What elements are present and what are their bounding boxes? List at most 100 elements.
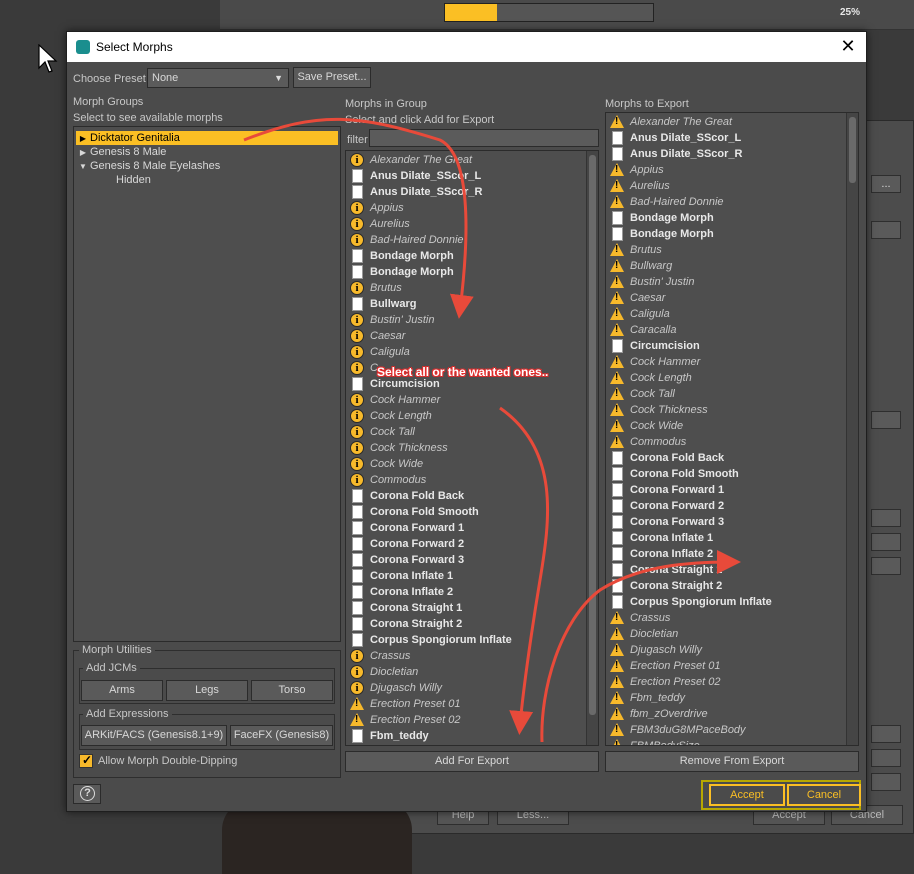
list-item[interactable]: Corona Fold Back <box>350 488 580 504</box>
bg-dropdown-7[interactable] <box>871 749 901 767</box>
remove-from-export-button[interactable]: Remove From Export <box>605 751 859 772</box>
bg-dropdown-8[interactable] <box>871 773 901 791</box>
morphs-in-group-scrollbar[interactable] <box>586 151 598 745</box>
morphs-to-export-list[interactable]: Alexander The Great Anus Dilate_SScor_L An… <box>605 112 859 746</box>
close-icon[interactable]: ✕ <box>838 36 858 56</box>
scroll-thumb[interactable] <box>849 117 856 183</box>
list-item[interactable]: Corona Straight 2 <box>610 578 840 594</box>
list-item[interactable]: Caracalla <box>610 322 840 338</box>
bg-dropdown-1[interactable] <box>871 221 901 239</box>
cancel-button[interactable]: Cancel <box>787 784 861 806</box>
group-item[interactable]: ▶ Dicktator Genitalia <box>76 131 338 145</box>
list-item[interactable]: Corona Forward 3 <box>610 514 840 530</box>
list-item[interactable]: Appius <box>350 200 580 216</box>
list-item[interactable]: Cock Wide <box>610 418 840 434</box>
list-item[interactable]: Fbm_teddy <box>610 690 840 706</box>
list-item[interactable]: Crassus <box>610 610 840 626</box>
bg-dropdown-5[interactable] <box>871 557 901 575</box>
list-item[interactable]: Brutus <box>350 280 580 296</box>
list-item[interactable]: Corona Fold Back <box>610 450 840 466</box>
list-item[interactable]: Cock Length <box>610 370 840 386</box>
list-item[interactable]: Corona Forward 1 <box>350 520 580 536</box>
list-item[interactable]: Corona Fold Smooth <box>610 466 840 482</box>
list-item[interactable]: Cock Length <box>350 408 580 424</box>
list-item[interactable]: Anus Dilate_SScor_L <box>610 130 840 146</box>
list-item[interactable]: Corona Forward 1 <box>610 482 840 498</box>
scroll-thumb[interactable] <box>589 155 596 715</box>
list-item[interactable]: Bustin' Justin <box>610 274 840 290</box>
list-item[interactable]: Bondage Morph <box>610 210 840 226</box>
arkit-facs-button[interactable]: ARKit/FACS (Genesis8.1+9) <box>81 725 227 746</box>
bg-dropdown-4[interactable] <box>871 533 901 551</box>
list-item[interactable]: Cock Hammer <box>610 354 840 370</box>
list-item[interactable]: Bullwarg <box>350 296 580 312</box>
list-item[interactable]: Cock Hammer <box>350 392 580 408</box>
list-item[interactable]: Alexander The Great <box>350 152 580 168</box>
list-item[interactable]: Bondage Morph <box>350 248 580 264</box>
help-button[interactable]: ? <box>73 784 101 804</box>
group-item[interactable]: Hidden <box>76 173 151 187</box>
list-item[interactable]: FBMBodySize <box>610 738 840 745</box>
list-item[interactable]: Commodus <box>610 434 840 450</box>
list-item[interactable]: Commodus <box>350 472 580 488</box>
double-dipping-checkbox[interactable] <box>79 753 93 768</box>
morphs-to-export-scrollbar[interactable] <box>846 113 858 745</box>
list-item[interactable]: Caesar <box>350 328 580 344</box>
list-item[interactable]: Anus Dilate_SScor_R <box>350 184 580 200</box>
list-item[interactable]: Corona Inflate 2 <box>610 546 840 562</box>
list-item[interactable]: Cock Tall <box>610 386 840 402</box>
list-item[interactable]: Anus Dilate_SScor_L <box>350 168 580 184</box>
list-item[interactable]: Aurelius <box>610 178 840 194</box>
bg-dropdown-6[interactable] <box>871 725 901 743</box>
list-item[interactable]: Corona Inflate 2 <box>350 584 580 600</box>
list-item[interactable]: Corona Straight 1 <box>350 600 580 616</box>
list-item[interactable]: Brutus <box>610 242 840 258</box>
list-item[interactable]: Bondage Morph <box>350 264 580 280</box>
list-item[interactable]: Bad-Haired Donnie <box>350 232 580 248</box>
legs-button[interactable]: Legs <box>166 680 248 701</box>
add-for-export-button[interactable]: Add For Export <box>345 751 599 772</box>
list-item[interactable]: Erection Preset 02 <box>610 674 840 690</box>
list-item[interactable]: Cock Tall <box>350 424 580 440</box>
list-item[interactable]: Corpus Spongiorum Inflate <box>610 594 840 610</box>
list-item[interactable]: Corona Inflate 1 <box>350 568 580 584</box>
list-item[interactable]: Erection Preset 01 <box>350 696 580 712</box>
list-item[interactable]: Cock Thickness <box>610 402 840 418</box>
list-item[interactable]: Corona Straight 1 <box>610 562 840 578</box>
list-item[interactable]: Erection Preset 01 <box>610 658 840 674</box>
list-item[interactable]: Corona Fold Smooth <box>350 504 580 520</box>
morphs-in-group-list[interactable]: Alexander The Great Anus Dilate_SScor_L An… <box>345 150 599 746</box>
list-item[interactable]: Cock Wide <box>350 456 580 472</box>
list-item[interactable]: Bustin' Justin <box>350 312 580 328</box>
list-item[interactable]: Erection Preset 02 <box>350 712 580 728</box>
list-item[interactable]: Corona Forward 2 <box>350 536 580 552</box>
list-item[interactable]: Cock Thickness <box>350 440 580 456</box>
list-item[interactable]: Bondage Morph <box>610 226 840 242</box>
accept-button[interactable]: Accept <box>709 784 785 806</box>
preset-select[interactable]: None ▼ <box>147 68 289 88</box>
facefx-button[interactable]: FaceFX (Genesis8) <box>230 725 333 746</box>
list-item[interactable]: Alexander The Great <box>610 114 840 130</box>
list-item[interactable]: Crassus <box>350 648 580 664</box>
bg-ellipsis-button[interactable]: ... <box>871 175 901 193</box>
group-item[interactable]: ▼ Genesis 8 Male Eyelashes <box>76 159 220 173</box>
list-item[interactable]: Corpus Spongiorum Inflate <box>350 632 580 648</box>
list-item[interactable]: FBM3duG8MPaceBody <box>610 722 840 738</box>
save-preset-button[interactable]: Save Preset... <box>293 67 371 88</box>
list-item[interactable]: Djugasch Willy <box>350 680 580 696</box>
arms-button[interactable]: Arms <box>81 680 163 701</box>
list-item[interactable]: Bad-Haired Donnie <box>610 194 840 210</box>
list-item[interactable]: Caligula <box>610 306 840 322</box>
list-item[interactable]: Corona Straight 2 <box>350 616 580 632</box>
list-item[interactable]: Corona Forward 3 <box>350 552 580 568</box>
group-item[interactable]: ▶ Genesis 8 Male <box>76 145 167 159</box>
list-item[interactable]: Aurelius <box>350 216 580 232</box>
list-item[interactable]: Circumcision <box>610 338 840 354</box>
list-item[interactable]: Diocletian <box>610 626 840 642</box>
list-item[interactable]: Appius <box>610 162 840 178</box>
list-item[interactable]: fbm_zOverdrive <box>610 706 840 722</box>
bg-dropdown-2[interactable] <box>871 411 901 429</box>
torso-button[interactable]: Torso <box>251 680 333 701</box>
list-item[interactable]: Caligula <box>350 344 580 360</box>
list-item[interactable]: Caesar <box>610 290 840 306</box>
